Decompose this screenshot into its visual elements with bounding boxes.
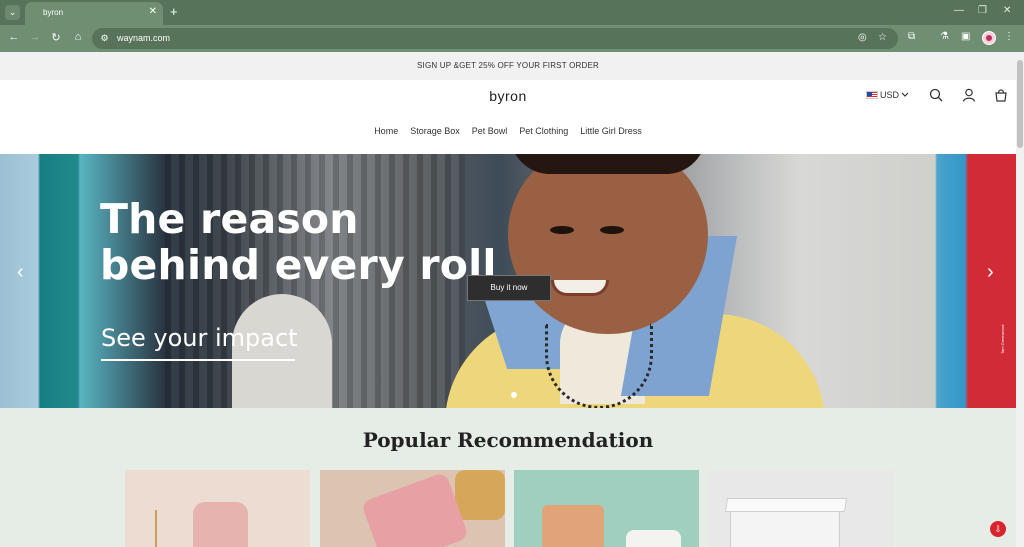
us-flag-icon [866, 91, 878, 99]
currency-selector[interactable]: USD [866, 89, 909, 101]
close-window-icon[interactable]: ✕ [1003, 5, 1011, 16]
site-logo[interactable]: byron [0, 88, 1016, 104]
profile-avatar[interactable] [982, 31, 996, 45]
search-icon[interactable] [929, 88, 943, 102]
site-header: byron USD Home Storage Box Pet Bowl Pet … [0, 80, 1016, 154]
nav-item-pet-clothing[interactable]: Pet Clothing [519, 126, 568, 136]
nav-item-pet-bowl[interactable]: Pet Bowl [472, 126, 508, 136]
chat-widget-icon[interactable]: ⇩ [990, 521, 1006, 537]
side-panel-icon[interactable]: ▣ [961, 31, 970, 42]
restore-icon[interactable]: ❐ [978, 5, 987, 16]
reload-icon[interactable]: ↻ [49, 31, 63, 44]
back-icon[interactable]: ← [7, 31, 21, 43]
account-icon[interactable] [962, 88, 976, 102]
home-icon[interactable]: ⌂ [71, 31, 85, 43]
product-image-flowers [155, 510, 183, 547]
hero-photo-eye-left [550, 226, 574, 234]
new-tab-button[interactable]: + [170, 4, 178, 19]
product-image-dish [626, 530, 681, 547]
recommendation-section: Popular Recommendation [0, 408, 1016, 547]
menu-kebab-icon[interactable]: ⋮ [1004, 31, 1014, 42]
hero-title-line-2: behind every roll [100, 241, 497, 289]
hero-banner: The reason behind every roll See your im… [0, 154, 1016, 408]
buy-now-button[interactable]: Buy it now [467, 275, 551, 301]
product-image-knit [360, 471, 470, 547]
tab-bar: ⌄ byron ✕ + — ❐ ✕ [0, 0, 1024, 25]
hero-title-line-1: The reason [100, 195, 359, 243]
web-page: SIGN UP &GET 25% OFF YOUR FIRST ORDER by… [0, 52, 1016, 547]
hero-prev-arrow-icon[interactable]: ‹ [17, 261, 24, 284]
browser-tab[interactable]: byron ✕ [25, 2, 163, 25]
forward-icon[interactable]: → [28, 31, 42, 43]
browser-chrome: ⌄ byron ✕ + — ❐ ✕ ← → ↻ ⌂ ⚙ waynam.com ◎… [0, 0, 1024, 52]
hero-subtitle-link[interactable]: See your impact [101, 324, 298, 352]
nav-item-storage-box[interactable]: Storage Box [410, 126, 460, 136]
eye-off-icon[interactable]: ◎ [858, 32, 867, 43]
hero-slide-dot[interactable] [511, 392, 517, 398]
close-tab-icon[interactable]: ✕ [149, 6, 157, 17]
hero-title: The reason behind every roll [100, 196, 497, 288]
product-card-pet-bowl[interactable] [514, 470, 699, 547]
hero-photo-hair [510, 154, 706, 174]
hero-subtitle-underline [101, 359, 295, 361]
nav-item-home[interactable]: Home [374, 126, 398, 136]
hero-photo-smile [551, 280, 609, 296]
address-bar[interactable]: ⚙ waynam.com ◎ ☆ [92, 28, 898, 49]
hero-next-arrow-icon[interactable]: › [987, 261, 994, 284]
product-image-box-lid [725, 498, 847, 512]
nav-item-little-girl-dress[interactable]: Little Girl Dress [580, 126, 642, 136]
browser-toolbar: ← → ↻ ⌂ ⚙ waynam.com ◎ ☆ ⧉ ⚗ ▣ ⋮ [0, 25, 1024, 52]
product-card-knit[interactable] [320, 470, 505, 547]
bookmark-star-icon[interactable]: ☆ [878, 32, 887, 43]
url-text[interactable]: waynam.com [117, 33, 170, 43]
currency-label: USD [880, 90, 900, 100]
cart-icon[interactable] [994, 88, 1008, 102]
labs-flask-icon[interactable]: ⚗ [940, 31, 949, 42]
tab-search-button[interactable]: ⌄ [5, 5, 20, 20]
extensions-icon[interactable]: ⧉ [908, 31, 915, 42]
chevron-down-icon [901, 92, 909, 97]
page-scrollbar[interactable] [1016, 52, 1024, 547]
product-image-bowl [542, 505, 604, 547]
recommendation-title: Popular Recommendation [362, 428, 654, 452]
product-image-basket [455, 470, 505, 520]
announcement-bar[interactable]: SIGN UP &GET 25% OFF YOUR FIRST ORDER [0, 52, 1016, 80]
product-card-dress[interactable] [125, 470, 310, 547]
product-card-storage-box[interactable] [708, 470, 893, 547]
site-info-icon[interactable]: ⚙ [98, 32, 111, 45]
hero-photo-eye-right [600, 226, 624, 234]
scrollbar-thumb[interactable] [1017, 60, 1023, 148]
main-nav: Home Storage Box Pet Bowl Pet Clothing L… [0, 126, 1016, 136]
hero-photo-credit: Tam Greenwood [1000, 324, 1005, 354]
tab-title: byron [43, 8, 64, 17]
minimize-icon[interactable]: — [954, 5, 964, 16]
product-image-dress [193, 502, 248, 547]
